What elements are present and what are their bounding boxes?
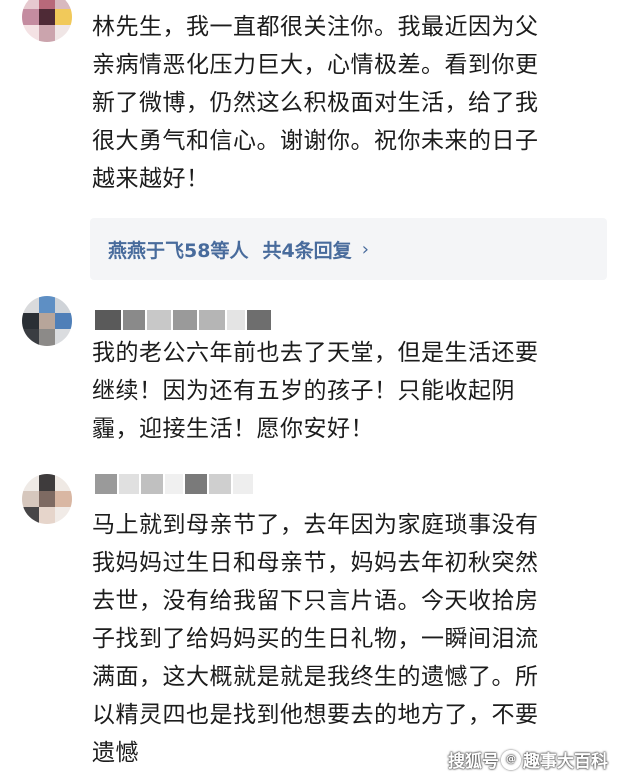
comment-line: 继续！因为还有五岁的孩子！只能收起阴 xyxy=(92,378,515,404)
comment-line: 亲病情恶化压力巨大，心情极差。看到你更 xyxy=(92,52,539,78)
comment-text: 林先生，我一直都很关注你。我最近因为父 亲病情恶化压力巨大，心情极差。看到你更 … xyxy=(92,8,612,198)
chevron-right-icon: › xyxy=(361,238,369,260)
comment-text: 马上就到母亲节了，去年因为家庭琐事没有 我妈妈过生日和母亲节，妈妈去年初秋突然 … xyxy=(92,506,612,772)
comment-line: 我的老公六年前也去了天堂，但是生活还要 xyxy=(92,340,539,366)
at-icon: @ xyxy=(501,749,521,770)
comment-line: 子找到了给妈妈买的生日礼物，一瞬间泪流 xyxy=(92,626,539,652)
comment-line: 新了微博，仍然这么积极面对生活，给了我 xyxy=(92,90,539,116)
comment-3: 马上就到母亲节了，去年因为家庭琐事没有 我妈妈过生日和母亲节，妈妈去年初秋突然 … xyxy=(0,460,618,784)
comment-line: 马上就到母亲节了，去年因为家庭琐事没有 xyxy=(92,512,539,538)
reply-count[interactable]: 共4条回复 xyxy=(262,236,351,263)
avatar[interactable] xyxy=(22,474,72,524)
username-redacted xyxy=(95,310,271,330)
comment-line: 林先生，我一直都很关注你。我最近因为父 xyxy=(92,14,539,40)
comment-line: 以精灵四也是找到他想要去的地方了，不要 xyxy=(92,702,539,728)
comment-text: 我的老公六年前也去了天堂，但是生活还要 继续！因为还有五岁的孩子！只能收起阴 霾… xyxy=(92,334,612,448)
comment-line: 我妈妈过生日和母亲节，妈妈去年初秋突然 xyxy=(92,550,539,576)
watermark-brand: 搜狐号 xyxy=(448,752,499,772)
avatar[interactable] xyxy=(22,296,72,346)
reply-users[interactable]: 燕燕于飞58等人 xyxy=(108,236,248,263)
comment-line: 去世，没有给我留下只言片语。今天收拾房 xyxy=(92,588,539,614)
username-redacted xyxy=(95,474,253,494)
comment-2: 我的老公六年前也去了天堂，但是生活还要 继续！因为还有五岁的孩子！只能收起阴 霾… xyxy=(0,290,618,460)
comment-line: 很大勇气和信心。谢谢你。祝你未来的日子 xyxy=(92,128,539,154)
comment-line: 霾，迎接生活！愿你安好！ xyxy=(92,416,374,442)
avatar[interactable] xyxy=(22,0,72,42)
comment-line: 越来越好！ xyxy=(92,166,210,192)
comment-1: 林先生，我一直都很关注你。我最近因为父 亲病情恶化压力巨大，心情极差。看到你更 … xyxy=(0,0,618,290)
watermark-account: 趣事大百科 xyxy=(523,752,608,772)
comment-line: 满面，这大概就是就是我终生的遗憾了。所 xyxy=(92,664,539,690)
sohu-watermark: 搜狐号 @ 趣事大百科 xyxy=(448,747,608,772)
reply-summary[interactable]: 燕燕于飞58等人 共4条回复 › xyxy=(90,218,607,280)
